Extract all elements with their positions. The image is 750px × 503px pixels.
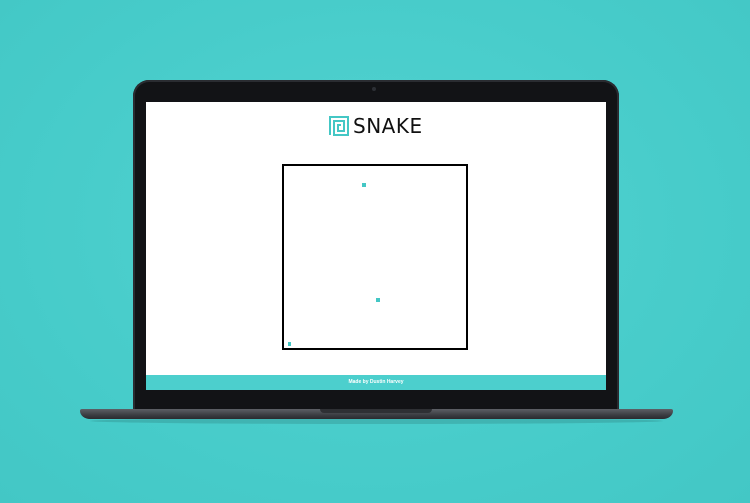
snake-head <box>288 342 291 346</box>
footer-bar: Made by Dustin Harvey <box>146 375 606 390</box>
square-spiral-icon <box>329 116 349 136</box>
app-title: SNAKE <box>353 114 423 138</box>
food-pellet <box>362 183 366 187</box>
game-board[interactable] <box>282 164 468 350</box>
food-pellet <box>376 298 380 302</box>
app-logo[interactable]: SNAKE <box>328 114 423 138</box>
laptop-notch <box>320 409 432 413</box>
webcam <box>372 87 376 91</box>
app-screen: SNAKE Made by Dustin Harvey <box>146 102 606 390</box>
footer-credit: Made by Dustin Harvey <box>348 379 404 385</box>
